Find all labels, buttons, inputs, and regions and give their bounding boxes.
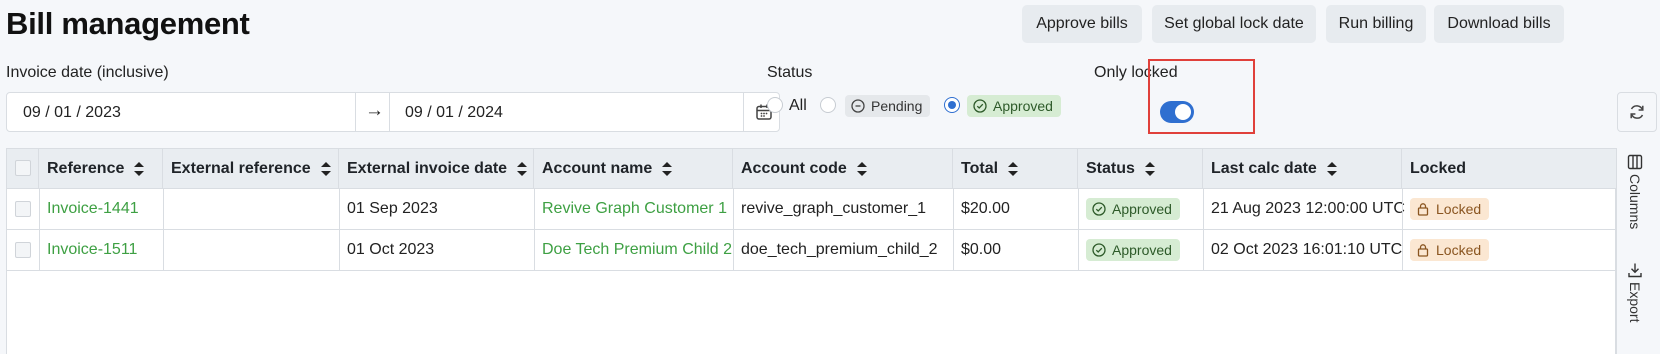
columns-label: Columns xyxy=(1627,174,1643,230)
lock-icon xyxy=(1417,203,1429,216)
sort-icon[interactable] xyxy=(1326,162,1337,176)
status-option-all-label: All xyxy=(789,97,807,114)
select-all-checkbox[interactable] xyxy=(15,160,31,176)
set-global-lock-date-button[interactable]: Set global lock date xyxy=(1152,5,1316,43)
date-to-input[interactable]: 09 / 01 / 2024 xyxy=(405,104,503,122)
invoice-date-range: 09 / 01 / 2023 → 09 / 01 / 2024 xyxy=(6,92,780,132)
only-locked-toggle[interactable] xyxy=(1160,101,1194,123)
columns-icon xyxy=(1627,154,1643,170)
pending-icon xyxy=(851,99,865,113)
status-radio-pending[interactable] xyxy=(820,97,836,113)
column-external-invoice-date[interactable]: External invoice date xyxy=(339,149,534,189)
table-header-row: Reference External reference External in… xyxy=(7,149,1617,189)
grid-side-panel: Columns Export xyxy=(1616,148,1660,354)
total-cell: $20.00 xyxy=(961,200,1010,217)
column-status[interactable]: Status xyxy=(1078,149,1203,189)
refresh-icon xyxy=(1630,105,1644,119)
column-locked[interactable]: Locked xyxy=(1402,149,1617,189)
column-header-label: Account code xyxy=(741,160,847,177)
date-divider xyxy=(389,93,390,131)
sort-icon[interactable] xyxy=(134,162,145,176)
sort-icon[interactable] xyxy=(320,162,331,176)
account-code-cell: revive_graph_customer_1 xyxy=(741,200,926,217)
pending-pill: Pending xyxy=(845,95,931,117)
reference-link[interactable]: Invoice-1511 xyxy=(47,241,137,259)
table-row: Invoice-1441 01 Sep 2023 Revive Graph Cu… xyxy=(7,189,1617,230)
row-checkbox[interactable] xyxy=(15,242,31,258)
column-header-label: Reference xyxy=(47,160,125,177)
refresh-button[interactable] xyxy=(1617,92,1657,132)
bills-table: Reference External reference External in… xyxy=(6,148,1617,354)
status-option-pending-label: Pending xyxy=(871,98,923,114)
date-from-input[interactable]: 09 / 01 / 2023 xyxy=(23,104,121,122)
status-badge-label: Approved xyxy=(1112,201,1172,217)
column-reference[interactable]: Reference xyxy=(39,149,163,189)
column-header-label: External reference xyxy=(171,160,311,177)
column-header-label: External invoice date xyxy=(347,160,508,177)
external-invoice-date-cell: 01 Sep 2023 xyxy=(347,200,438,217)
export-label: Export xyxy=(1627,282,1643,323)
check-circle-icon xyxy=(1092,202,1106,216)
status-label: Status xyxy=(767,64,813,81)
row-checkbox[interactable] xyxy=(15,201,31,217)
approved-pill: Approved xyxy=(967,95,1061,117)
locked-badge: Locked xyxy=(1410,198,1490,220)
status-badge-label: Approved xyxy=(1112,242,1172,258)
locked-badge-label: Locked xyxy=(1436,242,1482,258)
sort-icon[interactable] xyxy=(662,162,673,176)
check-circle-icon xyxy=(1092,243,1106,257)
approve-bills-button[interactable]: Approve bills xyxy=(1022,5,1142,43)
check-circle-icon xyxy=(973,99,987,113)
date-divider xyxy=(355,93,356,131)
column-header-label: Locked xyxy=(1410,160,1467,177)
run-billing-button[interactable]: Run billing xyxy=(1326,5,1426,43)
locked-badge-label: Locked xyxy=(1436,201,1482,217)
export-panel-button[interactable]: Export xyxy=(1627,262,1643,322)
sort-icon[interactable] xyxy=(1144,162,1155,176)
only-locked-highlight xyxy=(1148,59,1255,134)
sort-icon[interactable] xyxy=(856,162,867,176)
column-account-code[interactable]: Account code xyxy=(733,149,953,189)
column-external-reference[interactable]: External reference xyxy=(163,149,339,189)
sort-icon[interactable] xyxy=(517,162,528,176)
lock-icon xyxy=(1417,244,1429,257)
column-header-label: Account name xyxy=(542,160,653,177)
status-radio-all[interactable] xyxy=(767,97,783,113)
column-account-name[interactable]: Account name xyxy=(534,149,733,189)
download-icon xyxy=(1628,263,1642,278)
last-calc-date-cell: 21 Aug 2023 12:00:00 UTC xyxy=(1211,200,1405,217)
invoice-date-label: Invoice date (inclusive) xyxy=(6,64,169,81)
column-last-calc-date[interactable]: Last calc date xyxy=(1203,149,1402,189)
column-header-label: Total xyxy=(961,160,999,177)
status-badge: Approved xyxy=(1086,239,1180,261)
total-cell: $0.00 xyxy=(961,241,1002,258)
status-badge: Approved xyxy=(1086,198,1180,220)
range-arrow-icon: → xyxy=(365,100,384,121)
column-total[interactable]: Total xyxy=(953,149,1078,189)
sort-icon[interactable] xyxy=(1008,162,1019,176)
table-row: Invoice-1511 01 Oct 2023 Doe Tech Premiu… xyxy=(7,230,1617,271)
status-option-approved-label: Approved xyxy=(993,98,1053,114)
last-calc-date-cell: 02 Oct 2023 16:01:10 UTC xyxy=(1211,241,1403,258)
account-code-cell: doe_tech_premium_child_2 xyxy=(741,241,938,258)
date-divider xyxy=(743,93,744,131)
account-name-link[interactable]: Doe Tech Premium Child 2 xyxy=(542,241,732,259)
account-name-link[interactable]: Revive Graph Customer 1 xyxy=(542,200,727,218)
download-bills-button[interactable]: Download bills xyxy=(1434,5,1564,43)
column-header-label: Last calc date xyxy=(1211,160,1317,177)
select-all-column xyxy=(7,149,39,189)
status-radio-approved[interactable] xyxy=(944,97,960,113)
reference-link[interactable]: Invoice-1441 xyxy=(47,200,139,218)
page-title: Bill management xyxy=(6,6,250,41)
column-header-label: Status xyxy=(1086,160,1135,177)
locked-badge: Locked xyxy=(1410,239,1490,261)
external-invoice-date-cell: 01 Oct 2023 xyxy=(347,241,435,258)
columns-panel-button[interactable]: Columns xyxy=(1627,154,1643,229)
